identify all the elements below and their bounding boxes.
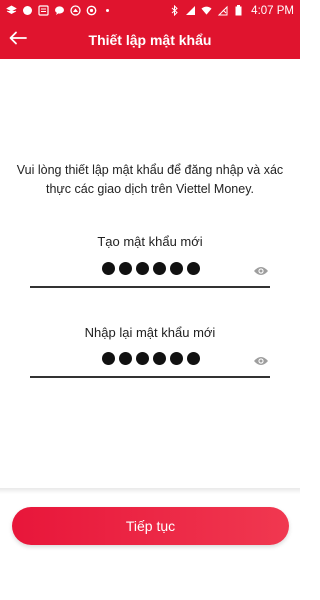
confirm-password-label: Nhập lại mật khẩu mới	[84, 325, 216, 340]
bluetooth-icon	[169, 5, 180, 16]
circle-icon	[22, 5, 33, 16]
wifi-icon	[201, 5, 212, 16]
password-dot	[187, 262, 200, 275]
password-dot	[136, 262, 149, 275]
status-notifications	[6, 5, 113, 16]
page-title: Thiết lập mật khẩu	[88, 32, 212, 48]
cloud-icon	[70, 5, 81, 16]
chat-icon	[54, 5, 65, 16]
password-dot	[170, 262, 183, 275]
signal-icon	[185, 5, 196, 16]
news-icon	[38, 5, 49, 16]
continue-button[interactable]: Tiếp tục	[12, 507, 289, 545]
new-password-underline	[30, 286, 270, 288]
circle-outline-icon	[86, 5, 97, 16]
new-password-input[interactable]	[102, 262, 200, 275]
password-dot	[102, 352, 115, 365]
password-dot	[187, 352, 200, 365]
confirm-password-input[interactable]	[102, 352, 200, 365]
password-dot	[102, 262, 115, 275]
eye-icon[interactable]	[253, 264, 269, 276]
new-password-label: Tạo mật khẩu mới	[97, 234, 203, 249]
password-dot	[153, 352, 166, 365]
password-dot	[153, 262, 166, 275]
eye-icon[interactable]	[253, 354, 269, 366]
confirm-password-underline	[30, 376, 270, 378]
password-dot	[136, 352, 149, 365]
password-dot	[119, 262, 132, 275]
password-dot	[170, 352, 183, 365]
layers-icon	[6, 5, 17, 16]
more-dots-icon	[102, 5, 113, 16]
status-system: 4:07 PM	[169, 5, 294, 17]
status-time: 4:07 PM	[251, 4, 294, 17]
no-sim-icon	[217, 5, 228, 16]
status-bar: 4:07 PM	[0, 0, 300, 21]
password-dot	[119, 352, 132, 365]
instruction-text: Vui lòng thiết lập mật khẩu để đăng nhập…	[16, 163, 284, 196]
battery-icon	[233, 5, 244, 16]
footer-divider	[0, 488, 300, 494]
app-header: Thiết lập mật khẩu	[0, 21, 300, 59]
